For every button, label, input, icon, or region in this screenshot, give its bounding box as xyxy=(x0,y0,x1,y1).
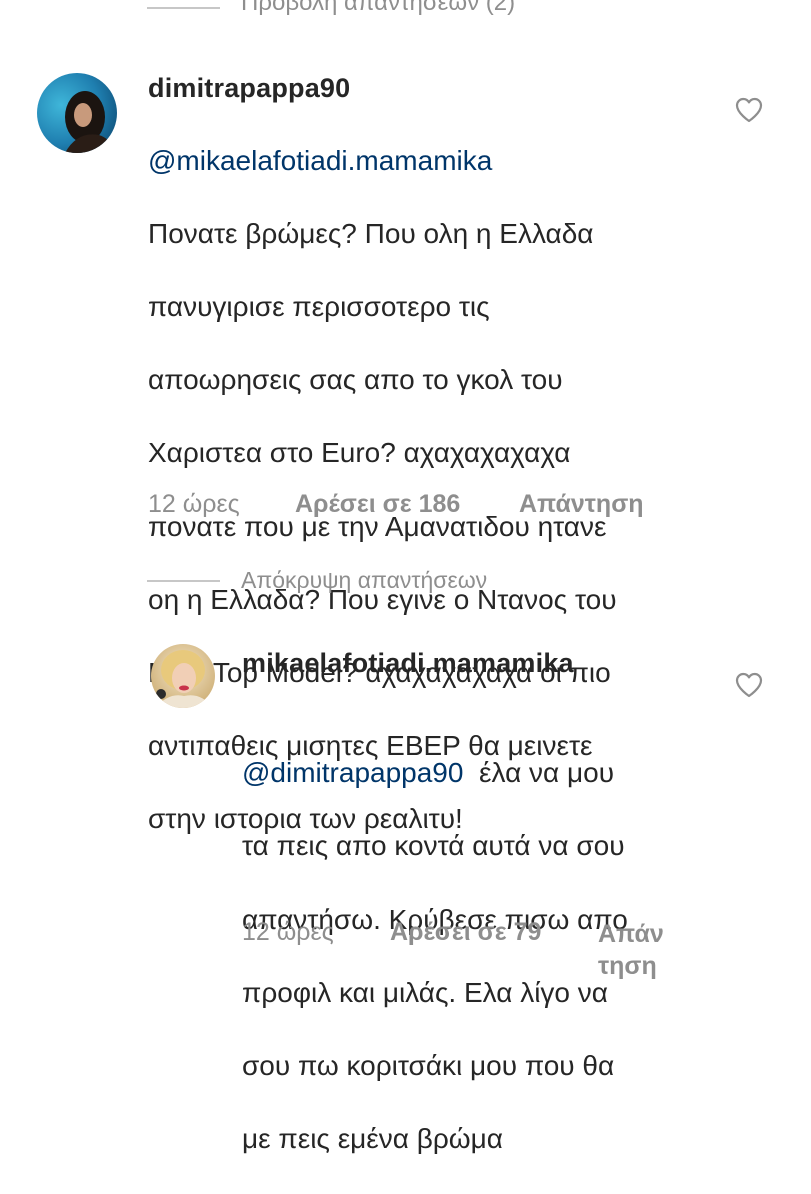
comment-line: αποωρησεις σας απο το γκολ του xyxy=(148,364,563,396)
comment-line: Πονατε βρώμες? Που ολη η Ελλαδα xyxy=(148,217,594,249)
reply-line: τα πεις απο κοντά αυτά να σου xyxy=(242,830,625,862)
reply-line: με πεις εμένα βρώμα xyxy=(242,1123,503,1155)
reply-mention[interactable]: @dimitrapappa90 xyxy=(242,757,463,788)
reply-timestamp: 12 ώρες xyxy=(242,918,334,946)
replies-divider-line xyxy=(147,580,220,582)
avatar-mikaelafotiadi[interactable] xyxy=(151,644,215,708)
comment-mention[interactable]: @mikaelafotiadi.mamamika xyxy=(148,143,728,180)
replies-divider-line xyxy=(147,7,220,9)
heart-outline-icon[interactable] xyxy=(735,97,763,123)
comment-timestamp: 12 ώρες xyxy=(148,490,240,518)
comment-reply-button[interactable]: Απάντηση xyxy=(519,490,644,519)
reply-likes-link[interactable]: Αρέσει σε 79 xyxy=(390,918,541,947)
reply-button-line: τηση xyxy=(598,952,657,980)
view-replies-toggle[interactable]: Προβολή απαντήσεων (2) xyxy=(241,0,515,17)
comment-line: πανυγιρισε περισσοτερο τις xyxy=(148,290,490,322)
comment-line: Χαριστεα στο Euro? αχαχαχαχαχα xyxy=(148,437,571,469)
reply-reply-button[interactable]: Απάν τηση xyxy=(598,918,664,982)
reply-username[interactable]: mikaelafotiadi.mamamika xyxy=(242,648,574,679)
reply-first-line: @dimitrapappa90 έλα να μου xyxy=(242,719,712,792)
reply-line: σου πω κοριτσάκι μου που θα xyxy=(242,1049,615,1081)
hide-replies-toggle[interactable]: Απόκρυψη απαντήσεων xyxy=(241,567,487,594)
comment-username[interactable]: dimitrapappa90 xyxy=(148,73,350,104)
reply-button-line: Απάν xyxy=(598,920,664,948)
heart-outline-icon[interactable] xyxy=(735,672,763,698)
comment-likes-link[interactable]: Αρέσει σε 186 xyxy=(295,490,460,519)
avatar-dimitrapappa90[interactable] xyxy=(37,73,117,153)
reply-line: έλα να μου xyxy=(479,757,615,789)
